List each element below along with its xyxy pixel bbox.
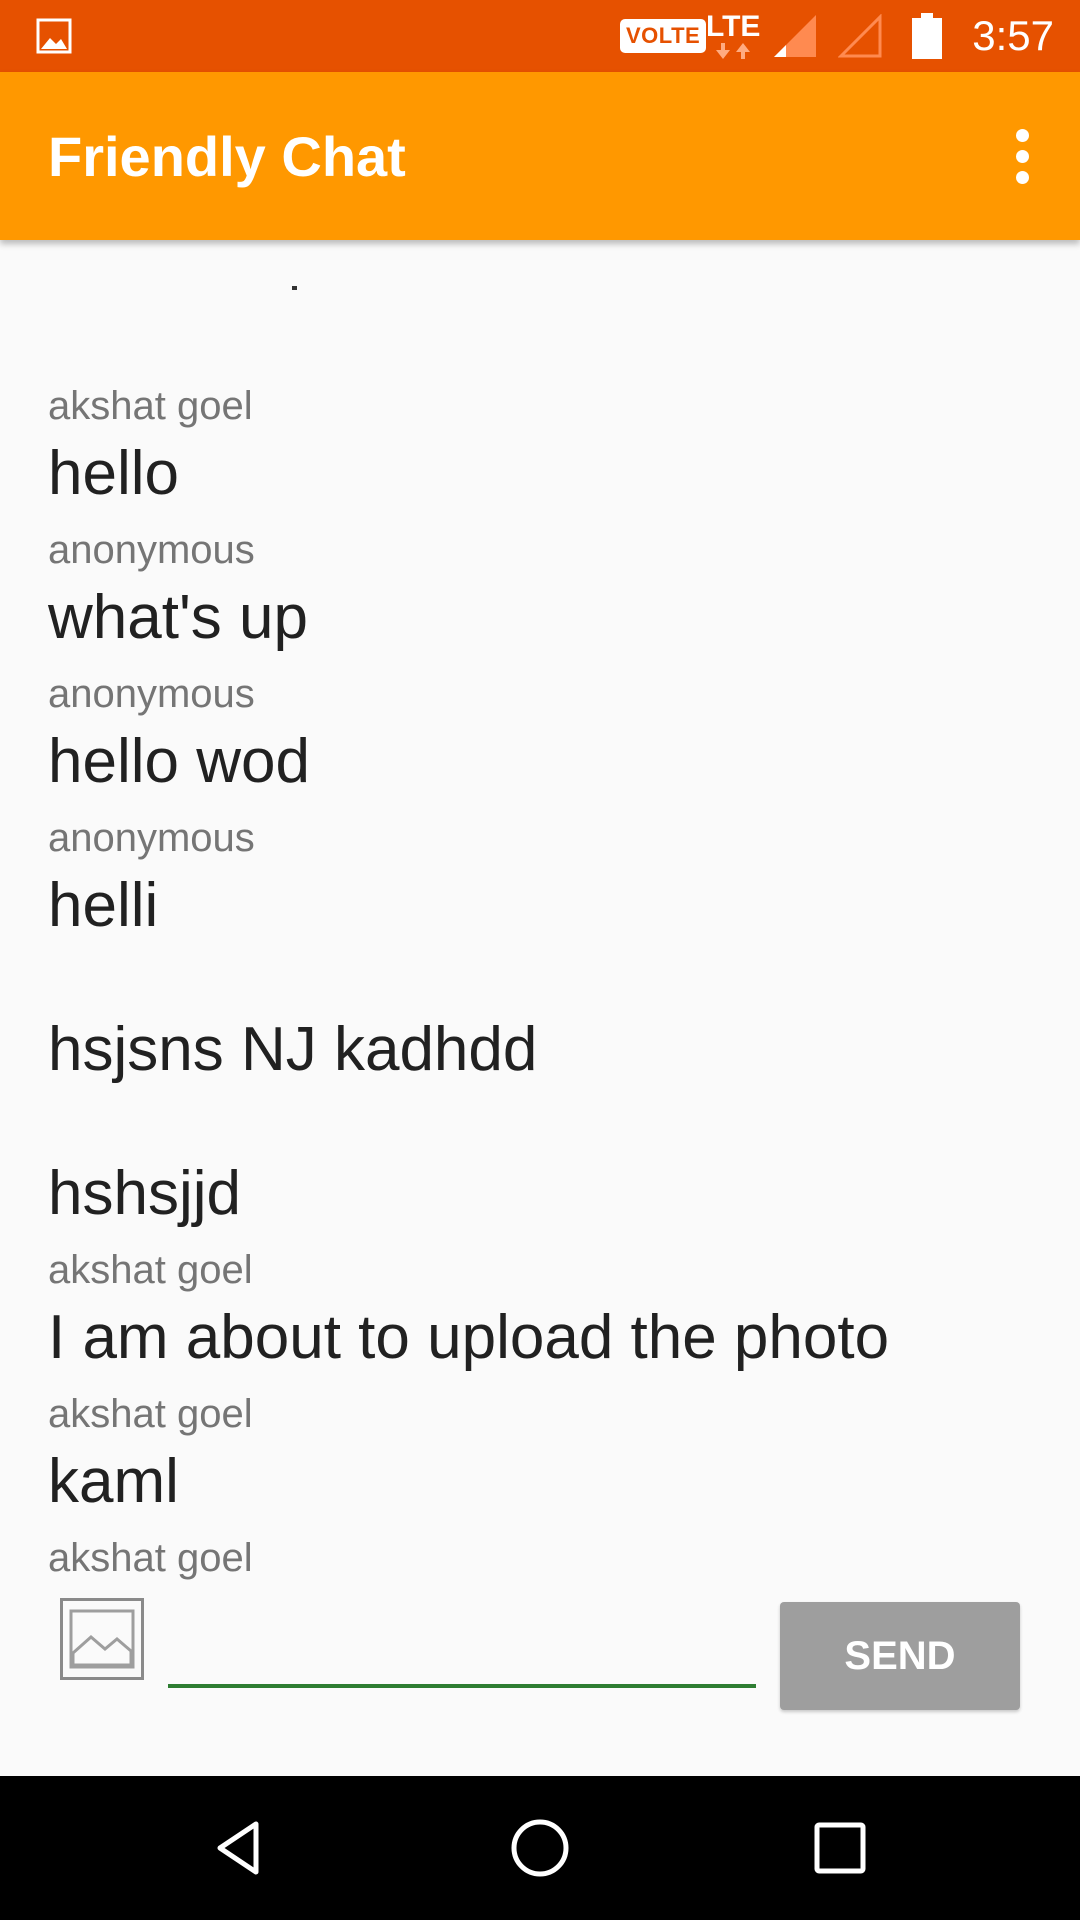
recents-icon[interactable]	[800, 1808, 880, 1888]
message-author: akshat goel	[48, 1536, 253, 1580]
volte-icon: VOLTE	[620, 0, 707, 72]
divider	[292, 286, 297, 290]
message-text: I am about to upload the photo	[48, 1303, 890, 1372]
volte-label: VOLTE	[620, 19, 707, 53]
app-title: Friendly Chat	[48, 124, 406, 188]
message-author: anonymous	[48, 528, 255, 572]
navigation-bar	[0, 1776, 1080, 1920]
message-composer: SEND	[0, 1586, 1080, 1776]
back-icon[interactable]	[200, 1808, 280, 1888]
image-picker-icon[interactable]	[60, 1598, 144, 1680]
message-text: hello	[48, 439, 179, 508]
home-icon[interactable]	[500, 1808, 580, 1888]
message-author: anonymous	[48, 672, 255, 716]
battery-icon	[912, 0, 942, 72]
status-bar: VOLTE LTE 3:57	[0, 0, 1080, 72]
image-notification-icon	[36, 0, 72, 72]
lte-label: LTE	[706, 10, 761, 43]
signal-icon	[772, 0, 818, 72]
message-author: akshat goel	[48, 1392, 253, 1436]
status-time: 3:57	[972, 12, 1054, 59]
lte-data-icon: LTE	[706, 0, 760, 72]
app-bar: Friendly Chat	[0, 72, 1080, 240]
message-author: akshat goel	[48, 1248, 253, 1292]
send-button[interactable]: SEND	[780, 1602, 1020, 1710]
message-author: akshat goel	[48, 384, 253, 428]
message-text: hello wod	[48, 727, 310, 796]
message-text: hshsjjd	[48, 1159, 241, 1228]
message-text: kaml	[48, 1447, 179, 1516]
overflow-menu-icon[interactable]	[986, 120, 1058, 192]
message-input[interactable]	[168, 1616, 756, 1688]
message-text: helli	[48, 871, 159, 940]
signal-empty-icon	[838, 0, 882, 72]
message-text: what's up	[48, 583, 308, 652]
message-list[interactable]: akshat goel hello anonymous what's up an…	[0, 240, 1080, 1586]
message-author: anonymous	[48, 816, 255, 860]
message-text: hsjsns NJ kadhdd	[48, 1015, 538, 1084]
